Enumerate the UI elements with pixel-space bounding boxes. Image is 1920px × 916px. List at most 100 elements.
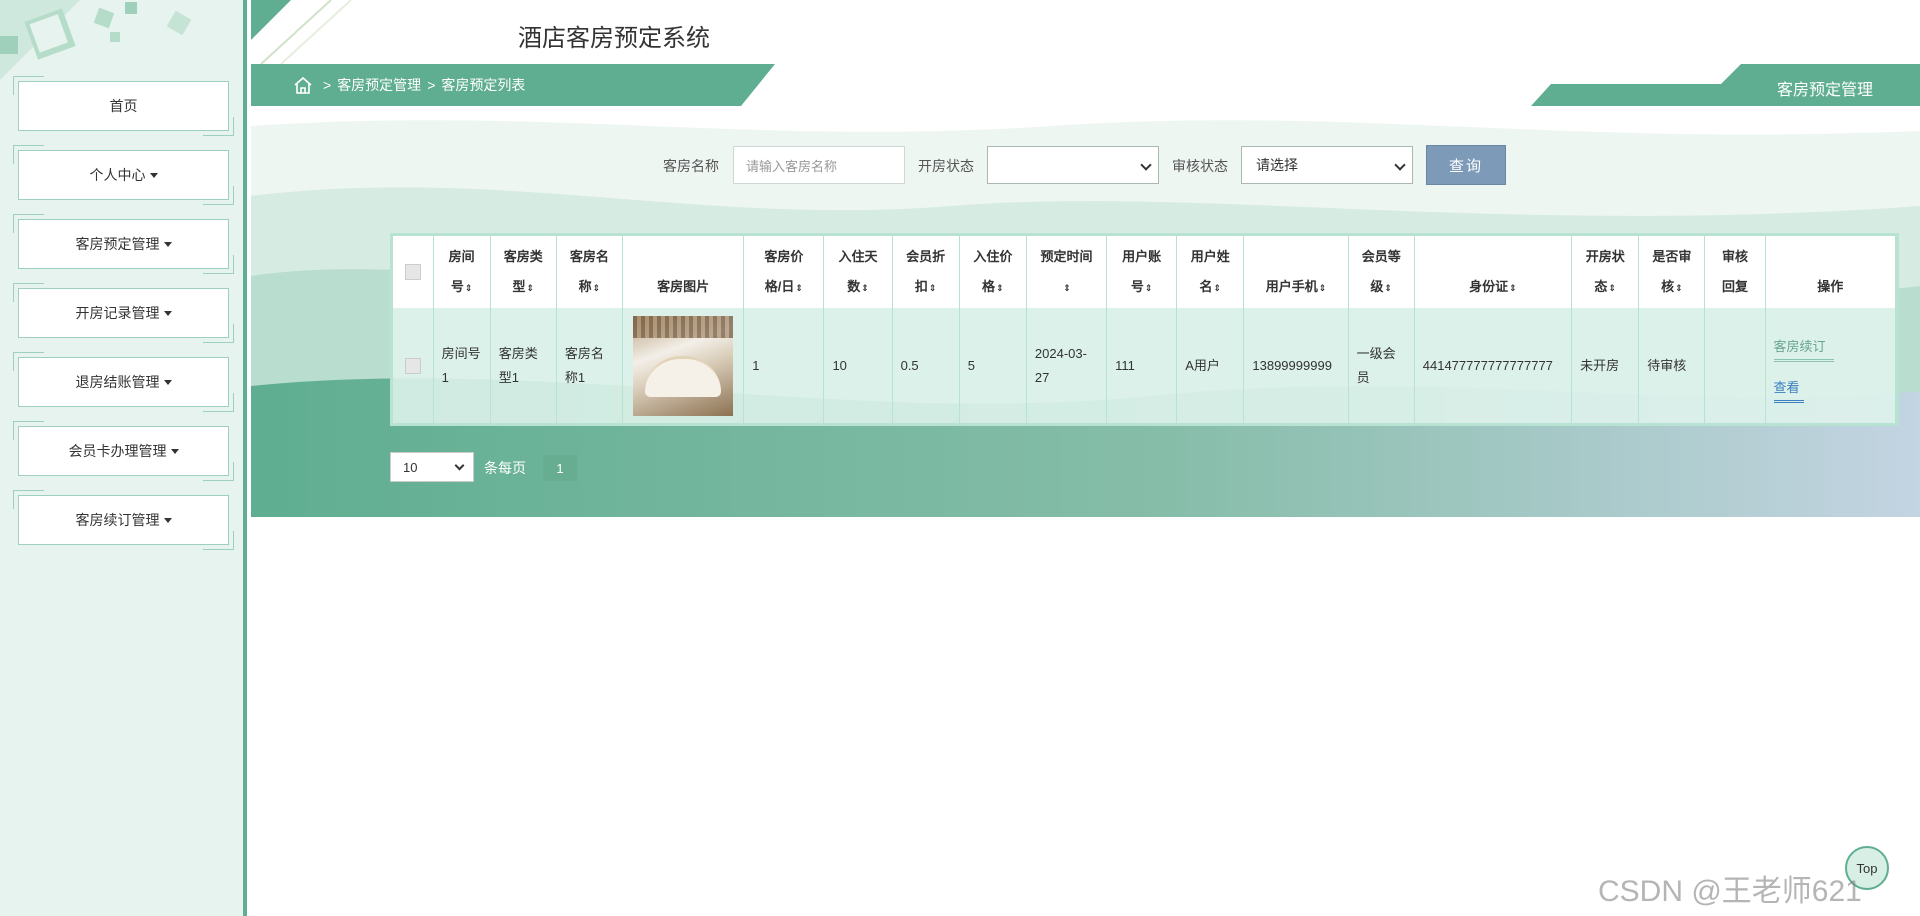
per-page-label: 条每页 bbox=[484, 460, 526, 476]
sort-icon[interactable]: ⇕ bbox=[527, 283, 535, 293]
select-all-checkbox-cell[interactable] bbox=[393, 236, 434, 308]
cell-phone: 13899999999 bbox=[1243, 308, 1349, 423]
sort-icon[interactable]: ⇕ bbox=[1063, 283, 1071, 293]
breadcrumb: > 客房预定管理 > 客房预定列表 bbox=[293, 72, 531, 98]
sort-icon[interactable]: ⇕ bbox=[1145, 283, 1153, 293]
sidebar: 首页 个人中心 客房预定管理 开房记录管理 退房结账管理 会员卡办理管理 客房续… bbox=[0, 0, 247, 916]
col-room-name[interactable]: 客房名 称⇕ bbox=[556, 236, 623, 308]
cell-actions: 客房续订 查看 bbox=[1765, 308, 1897, 423]
checkin-status-select[interactable] bbox=[987, 146, 1159, 184]
table-header-row: 房间 号⇕ 客房类 型⇕ 客房名 称⇕ 客房图片 客房价 格/日⇕ 入住天 数⇕ 会员折扣… bbox=[393, 236, 1897, 308]
table-row: 房间号1 客房类型1 客房名称1 1 10 0.5 5 2024-03-27 1… bbox=[393, 308, 1897, 423]
sort-icon[interactable]: ⇕ bbox=[795, 283, 803, 293]
col-room-no[interactable]: 房间 号⇕ bbox=[433, 236, 491, 308]
select-all-checkbox[interactable] bbox=[404, 264, 421, 280]
page-button-1[interactable]: 1 bbox=[543, 455, 577, 481]
caret-down-icon bbox=[149, 172, 158, 178]
sidebar-item-label: 客房续订管理 bbox=[75, 512, 160, 528]
cell-reply bbox=[1704, 308, 1766, 423]
page-size-select[interactable]: 10 bbox=[390, 452, 474, 482]
caret-down-icon bbox=[163, 379, 172, 385]
cell-reserve-time: 2024-03-27 bbox=[1026, 308, 1108, 423]
sidebar-item-checkin-records[interactable]: 开房记录管理 bbox=[13, 283, 234, 343]
page-title: 客房预定管理 bbox=[1777, 82, 1874, 99]
sidebar-item-room-renewal[interactable]: 客房续订管理 bbox=[13, 490, 234, 550]
col-discount[interactable]: 会员折 扣⇕ bbox=[892, 236, 960, 308]
sort-icon[interactable]: ⇕ bbox=[465, 283, 473, 293]
sort-icon[interactable]: ⇕ bbox=[861, 283, 869, 293]
cell-room-type: 客房类型1 bbox=[490, 308, 557, 423]
breadcrumb-item-list: 客房预定列表 bbox=[441, 77, 526, 93]
sidebar-item-label: 会员卡办理管理 bbox=[68, 443, 167, 459]
col-reserve-time[interactable]: 预定时间 ⇕ bbox=[1026, 236, 1108, 308]
col-id-card[interactable]: 身份证⇕ bbox=[1414, 236, 1573, 308]
col-checkin-status[interactable]: 开房状 态⇕ bbox=[1571, 236, 1640, 308]
sidebar-item-checkout[interactable]: 退房结账管理 bbox=[13, 352, 234, 412]
cell-account: 111 bbox=[1106, 308, 1178, 423]
renew-link[interactable]: 客房续订 bbox=[1773, 335, 1834, 362]
top-header: 酒店客房预定系统 bbox=[251, 0, 1920, 64]
cell-room-name: 客房名称1 bbox=[556, 308, 623, 423]
col-phone[interactable]: 用户手机⇕ bbox=[1243, 236, 1349, 308]
breadcrumb-item-reservation[interactable]: 客房预定管理 bbox=[337, 75, 421, 95]
sort-icon[interactable]: ⇕ bbox=[929, 283, 937, 293]
col-room-type[interactable]: 客房类 型⇕ bbox=[490, 236, 557, 308]
sidebar-item-personal-center[interactable]: 个人中心 bbox=[13, 145, 234, 205]
watermark: CSDN @王老师621 bbox=[1598, 875, 1862, 908]
page-size-value: 10 bbox=[403, 459, 418, 475]
sort-icon[interactable]: ⇕ bbox=[996, 283, 1004, 293]
room-name-input[interactable]: 请输入客房名称 bbox=[733, 146, 905, 184]
sidebar-item-label: 客房预定管理 bbox=[75, 236, 160, 252]
col-account[interactable]: 用户账 号⇕ bbox=[1106, 236, 1178, 308]
col-price[interactable]: 客房价 格/日⇕ bbox=[743, 236, 825, 308]
col-checkin-price[interactable]: 入住价 格⇕ bbox=[959, 236, 1027, 308]
col-actions: 操作 bbox=[1765, 236, 1897, 308]
chevron-down-icon bbox=[454, 460, 465, 471]
search-button[interactable]: 查询 bbox=[1426, 145, 1506, 185]
cell-room-no: 房间号1 bbox=[433, 308, 491, 423]
cell-checkin-price: 5 bbox=[959, 308, 1027, 423]
sort-icon[interactable]: ⇕ bbox=[593, 283, 601, 293]
room-image[interactable] bbox=[633, 315, 734, 416]
sidebar-item-label: 开房记录管理 bbox=[75, 305, 160, 321]
cell-audited: 待审核 bbox=[1638, 308, 1706, 423]
sidebar-item-room-reservation[interactable]: 客房预定管理 bbox=[13, 214, 234, 274]
col-reply: 审核 回复 bbox=[1704, 236, 1766, 308]
cell-discount: 0.5 bbox=[892, 308, 960, 423]
col-days[interactable]: 入住天 数⇕ bbox=[823, 236, 893, 308]
home-icon[interactable] bbox=[293, 76, 313, 94]
sort-icon[interactable]: ⇕ bbox=[1608, 283, 1616, 293]
sidebar-item-label: 首页 bbox=[109, 98, 138, 114]
room-name-label: 客房名称 bbox=[663, 158, 719, 174]
sort-icon[interactable]: ⇕ bbox=[1675, 283, 1683, 293]
row-checkbox[interactable] bbox=[404, 357, 421, 374]
sort-icon[interactable]: ⇕ bbox=[1384, 283, 1392, 293]
chevron-down-icon bbox=[1394, 159, 1406, 171]
app-title: 酒店客房预定系统 bbox=[518, 25, 710, 52]
sort-icon[interactable]: ⇕ bbox=[1509, 283, 1517, 293]
reservation-table: 房间 号⇕ 客房类 型⇕ 客房名 称⇕ 客房图片 客房价 格/日⇕ 入住天 数⇕ 会员折扣… bbox=[390, 233, 1899, 426]
chevron-down-icon bbox=[1140, 159, 1152, 171]
cell-id-card: 441477777777777777 bbox=[1414, 308, 1573, 423]
row-checkbox-cell[interactable] bbox=[393, 308, 434, 423]
caret-down-icon bbox=[170, 448, 179, 454]
breadcrumb-separator: > bbox=[427, 77, 436, 93]
audit-status-select[interactable]: 请选择 bbox=[1241, 146, 1413, 184]
checkin-status-label: 开房状态 bbox=[918, 158, 974, 174]
caret-down-icon bbox=[163, 241, 172, 247]
header-decoration bbox=[251, 0, 352, 64]
sidebar-item-home[interactable]: 首页 bbox=[13, 76, 234, 136]
sidebar-item-label: 退房结账管理 bbox=[75, 374, 160, 390]
sort-icon[interactable]: ⇕ bbox=[1214, 283, 1222, 293]
sidebar-item-label: 个人中心 bbox=[89, 167, 146, 183]
view-link[interactable]: 查看 bbox=[1773, 376, 1804, 403]
sidebar-item-member-card[interactable]: 会员卡办理管理 bbox=[13, 421, 234, 481]
col-user-name[interactable]: 用户姓 名⇕ bbox=[1176, 236, 1245, 308]
col-audited[interactable]: 是否审 核⇕ bbox=[1638, 236, 1706, 308]
caret-down-icon bbox=[163, 517, 172, 523]
sort-icon[interactable]: ⇕ bbox=[1319, 283, 1327, 293]
cell-user-name: A用户 bbox=[1176, 308, 1245, 423]
col-member-level[interactable]: 会员等 级⇕ bbox=[1348, 236, 1415, 308]
audit-status-label: 审核状态 bbox=[1172, 158, 1228, 174]
audit-status-value: 请选择 bbox=[1256, 157, 1298, 173]
